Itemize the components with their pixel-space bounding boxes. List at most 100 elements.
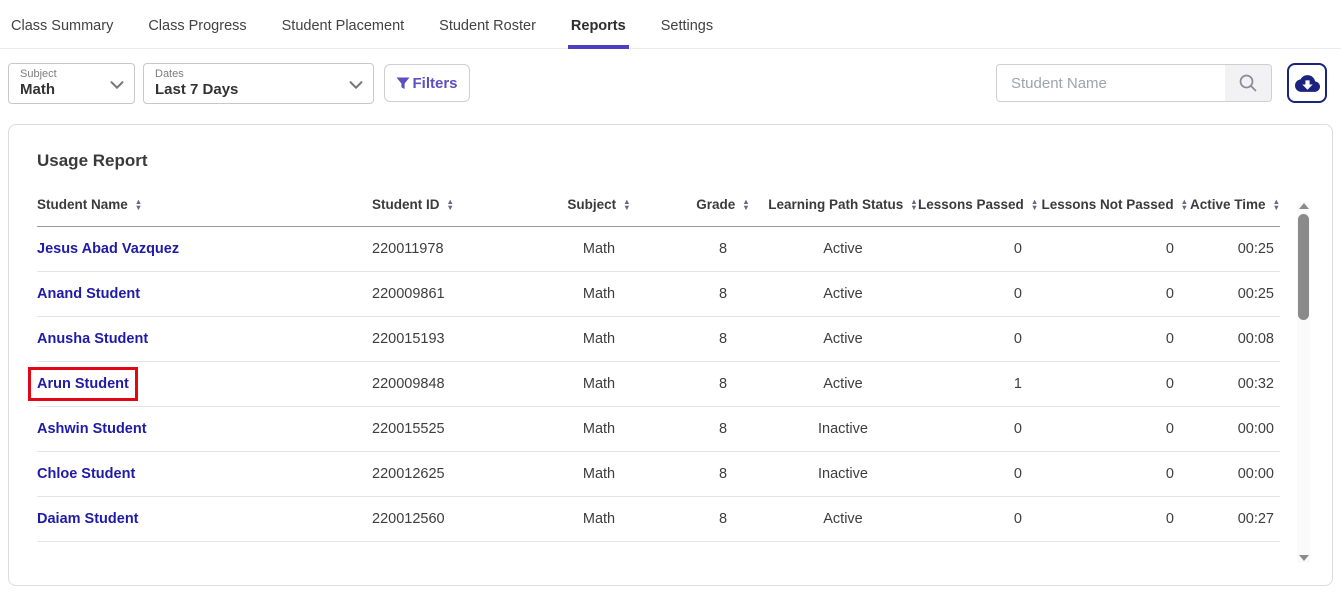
table-row: Anand Student 220009861 Math 8 Active 0 … xyxy=(37,272,1280,317)
chevron-down-icon xyxy=(349,77,363,95)
sort-icon[interactable]: ▲▼ xyxy=(1273,199,1280,211)
active-time-cell: 00:32 xyxy=(1188,362,1280,407)
table-row: Anusha Student 220015193 Math 8 Active 0… xyxy=(37,317,1280,362)
learning-path-status-cell: Active xyxy=(768,227,918,272)
student-name-link[interactable]: Chloe Student xyxy=(37,466,135,482)
filters-button[interactable]: Filters xyxy=(384,64,470,102)
student-name-search-input[interactable] xyxy=(997,65,1225,101)
subject-cell: Math xyxy=(520,317,678,362)
tab-student-placement[interactable]: Student Placement xyxy=(279,10,408,49)
download-report-button[interactable] xyxy=(1287,63,1327,103)
lessons-passed-cell: 0 xyxy=(918,317,1038,362)
lessons-not-passed-cell: 0 xyxy=(1038,317,1188,362)
table-row: Ashwin Student 220015525 Math 8 Inactive… xyxy=(37,407,1280,452)
lessons-not-passed-cell: 0 xyxy=(1038,452,1188,497)
subject-select-label: Subject xyxy=(20,68,104,81)
search-icon[interactable] xyxy=(1225,65,1271,101)
tab-class-progress[interactable]: Class Progress xyxy=(145,10,249,49)
sort-icon[interactable]: ▲▼ xyxy=(1181,199,1188,211)
active-time-cell: 00:08 xyxy=(1188,317,1280,362)
dates-select[interactable]: Dates Last 7 Days xyxy=(143,63,374,104)
active-time-cell: 00:25 xyxy=(1188,272,1280,317)
usage-report-card: Usage Report Student Name▲▼ Student ID▲▼… xyxy=(8,124,1333,586)
filters-button-label: Filters xyxy=(412,75,457,92)
column-header-active-time[interactable]: Active Time▲▼ xyxy=(1188,183,1280,227)
dates-select-label: Dates xyxy=(155,68,343,81)
lessons-passed-cell: 1 xyxy=(918,362,1038,407)
student-id-cell: 220015525 xyxy=(372,407,520,452)
usage-report-table: Student Name▲▼ Student ID▲▼ Subject▲▼ Gr… xyxy=(37,183,1280,542)
subject-cell: Math xyxy=(520,452,678,497)
column-header-lessons-passed[interactable]: Lessons Passed▲▼ xyxy=(918,183,1038,227)
table-row: Jesus Abad Vazquez 220011978 Math 8 Acti… xyxy=(37,227,1280,272)
column-header-learning-path-status[interactable]: Learning Path Status▲▼ xyxy=(768,183,918,227)
grade-cell: 8 xyxy=(678,497,768,542)
column-header-subject[interactable]: Subject▲▼ xyxy=(520,183,678,227)
student-id-cell: 220011978 xyxy=(372,227,520,272)
learning-path-status-cell: Active xyxy=(768,362,918,407)
learning-path-status-cell: Active xyxy=(768,272,918,317)
active-time-cell: 00:00 xyxy=(1188,452,1280,497)
student-id-cell: 220009861 xyxy=(372,272,520,317)
student-name-link[interactable]: Anand Student xyxy=(37,286,140,302)
column-header-grade[interactable]: Grade▲▼ xyxy=(678,183,768,227)
table-scrollbar[interactable] xyxy=(1297,201,1310,563)
column-header-student-id[interactable]: Student ID▲▼ xyxy=(372,183,520,227)
student-name-link-highlighted[interactable]: Arun Student xyxy=(37,376,129,392)
subject-cell: Math xyxy=(520,272,678,317)
learning-path-status-cell: Inactive xyxy=(768,407,918,452)
lessons-not-passed-cell: 0 xyxy=(1038,497,1188,542)
lessons-not-passed-cell: 0 xyxy=(1038,407,1188,452)
table-row: Arun Student 220009848 Math 8 Active 1 0… xyxy=(37,362,1280,407)
student-id-cell: 220012560 xyxy=(372,497,520,542)
scrollbar-thumb[interactable] xyxy=(1298,214,1309,320)
learning-path-status-cell: Active xyxy=(768,317,918,362)
sort-icon[interactable]: ▲▼ xyxy=(623,199,630,211)
active-time-cell: 00:00 xyxy=(1188,407,1280,452)
subject-cell: Math xyxy=(520,227,678,272)
student-name-link[interactable]: Anusha Student xyxy=(37,331,148,347)
table-header-row: Student Name▲▼ Student ID▲▼ Subject▲▼ Gr… xyxy=(37,183,1280,227)
lessons-not-passed-cell: 0 xyxy=(1038,362,1188,407)
lessons-not-passed-cell: 0 xyxy=(1038,272,1188,317)
student-name-search xyxy=(996,64,1272,102)
cloud-download-icon xyxy=(1295,71,1320,96)
student-id-cell: 220015193 xyxy=(372,317,520,362)
learning-path-status-cell: Active xyxy=(768,497,918,542)
student-name-link[interactable]: Daiam Student xyxy=(37,511,139,527)
table-row: Daiam Student 220012560 Math 8 Active 0 … xyxy=(37,497,1280,542)
tab-settings[interactable]: Settings xyxy=(658,10,716,49)
filter-toolbar: Subject Math Dates Last 7 Days Filters xyxy=(8,62,1333,104)
subject-cell: Math xyxy=(520,362,678,407)
tab-reports[interactable]: Reports xyxy=(568,10,629,49)
lessons-passed-cell: 0 xyxy=(918,407,1038,452)
tab-class-summary[interactable]: Class Summary xyxy=(8,10,116,49)
tab-student-roster[interactable]: Student Roster xyxy=(436,10,539,49)
subject-cell: Math xyxy=(520,497,678,542)
subject-select[interactable]: Subject Math xyxy=(8,63,135,104)
scrollbar-down-arrow-icon[interactable] xyxy=(1299,555,1309,561)
student-name-link[interactable]: Jesus Abad Vazquez xyxy=(37,241,179,257)
column-header-lessons-not-passed[interactable]: Lessons Not Passed▲▼ xyxy=(1038,183,1188,227)
column-header-student-name[interactable]: Student Name▲▼ xyxy=(37,183,372,227)
grade-cell: 8 xyxy=(678,362,768,407)
grade-cell: 8 xyxy=(678,227,768,272)
sort-icon[interactable]: ▲▼ xyxy=(742,199,749,211)
sort-icon[interactable]: ▲▼ xyxy=(447,199,454,211)
top-tab-bar: Class Summary Class Progress Student Pla… xyxy=(0,0,1341,49)
sort-icon[interactable]: ▲▼ xyxy=(910,199,917,211)
student-id-cell: 220009848 xyxy=(372,362,520,407)
lessons-not-passed-cell: 0 xyxy=(1038,227,1188,272)
table-row: Chloe Student 220012625 Math 8 Inactive … xyxy=(37,452,1280,497)
scrollbar-up-arrow-icon[interactable] xyxy=(1299,203,1309,209)
student-name-link[interactable]: Ashwin Student xyxy=(37,421,147,437)
sort-icon[interactable]: ▲▼ xyxy=(135,199,142,211)
subject-cell: Math xyxy=(520,407,678,452)
sort-icon[interactable]: ▲▼ xyxy=(1031,199,1038,211)
active-time-cell: 00:25 xyxy=(1188,227,1280,272)
lessons-passed-cell: 0 xyxy=(918,227,1038,272)
grade-cell: 8 xyxy=(678,407,768,452)
subject-select-value: Math xyxy=(20,81,104,98)
student-id-cell: 220012625 xyxy=(372,452,520,497)
grade-cell: 8 xyxy=(678,317,768,362)
